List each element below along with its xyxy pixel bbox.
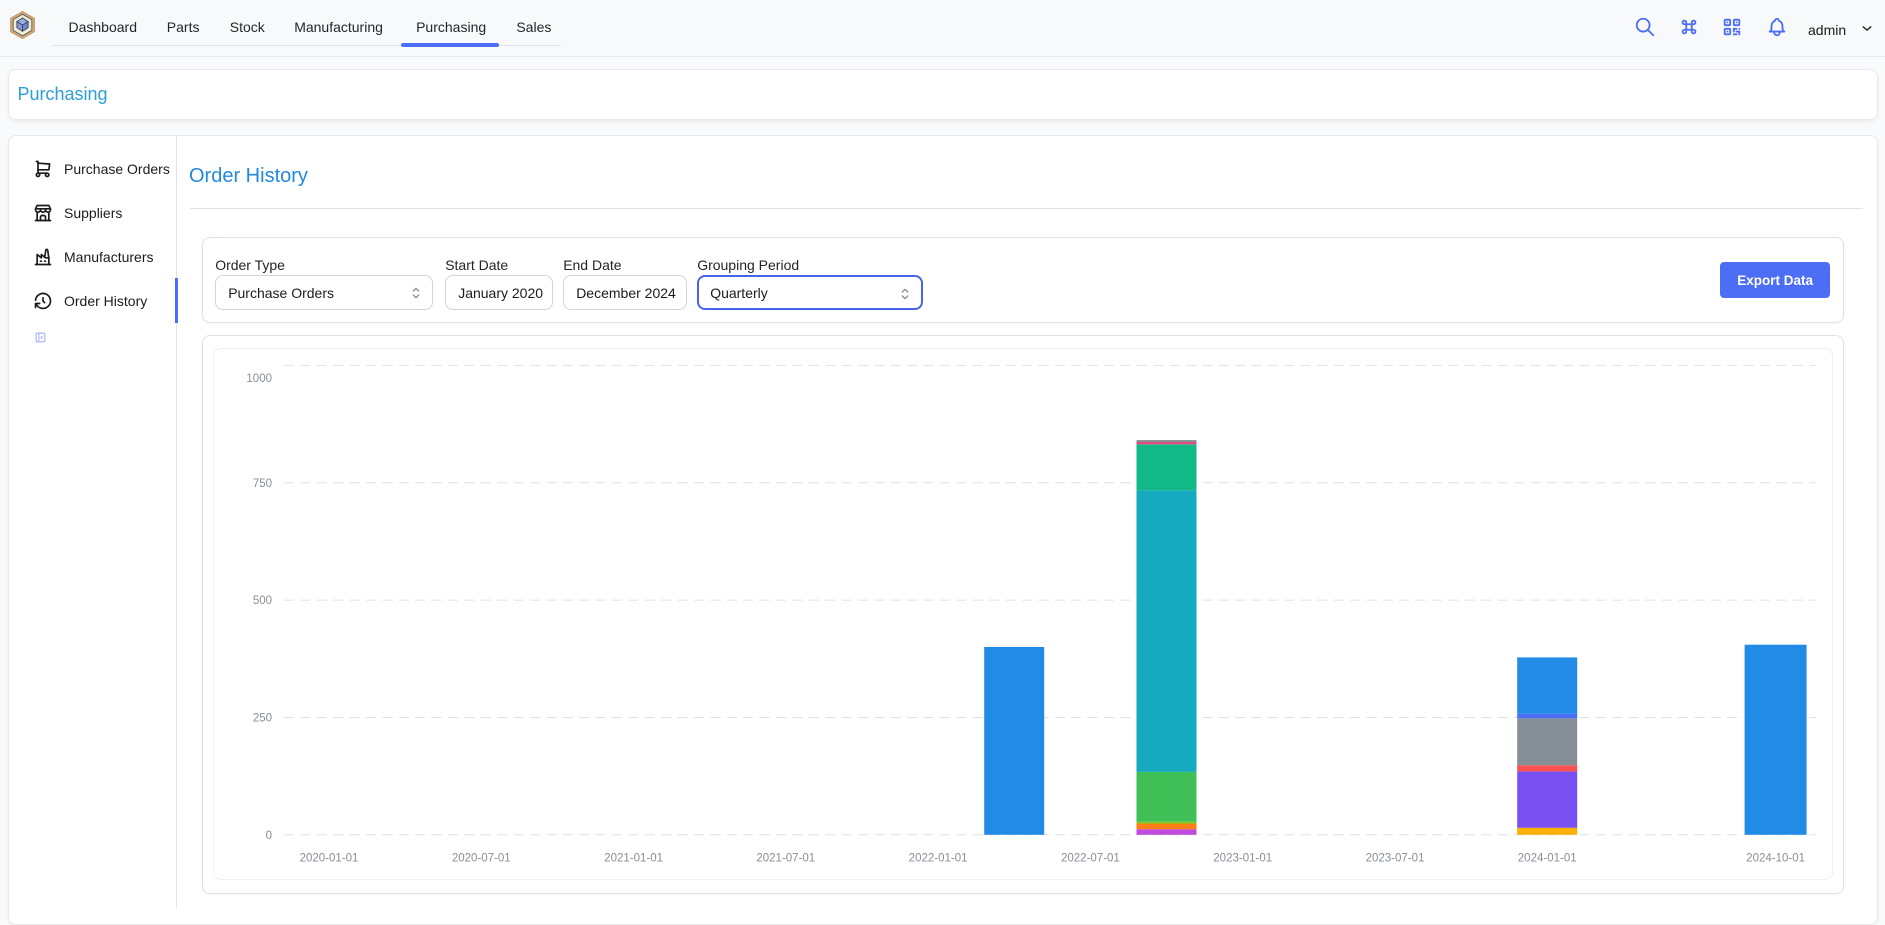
svg-text:2023-07-01: 2023-07-01	[1366, 852, 1425, 864]
svg-text:2024-10-01: 2024-10-01	[1746, 852, 1805, 864]
svg-text:2024-01-01: 2024-01-01	[1518, 852, 1577, 864]
svg-text:500: 500	[253, 595, 272, 607]
svg-text:250: 250	[253, 712, 272, 724]
svg-text:2022-01-01: 2022-01-01	[909, 852, 968, 864]
svg-text:0: 0	[266, 829, 272, 841]
svg-text:2023-01-01: 2023-01-01	[1213, 852, 1272, 864]
svg-text:2022-07-01: 2022-07-01	[1061, 852, 1120, 864]
svg-text:2020-01-01: 2020-01-01	[300, 852, 359, 864]
svg-text:1000: 1000	[247, 373, 273, 385]
svg-text:750: 750	[253, 477, 272, 489]
svg-text:2021-01-01: 2021-01-01	[604, 852, 663, 864]
svg-text:2020-07-01: 2020-07-01	[452, 852, 511, 864]
svg-text:2021-07-01: 2021-07-01	[757, 852, 816, 864]
